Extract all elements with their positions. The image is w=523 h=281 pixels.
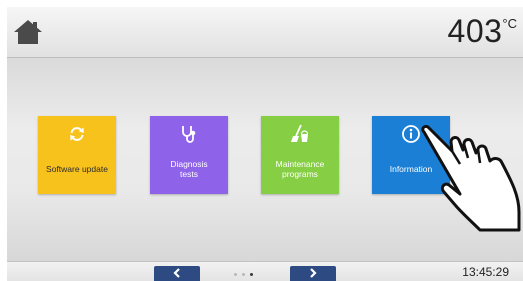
maintenance-programs-label: Maintenance programs (275, 159, 325, 179)
maintenance-programs-tile[interactable]: Maintenance programs (261, 116, 339, 194)
information-tile[interactable]: Information (372, 116, 450, 194)
previous-page-button[interactable] (154, 266, 200, 281)
page-indicator (234, 273, 253, 276)
software-update-label: Software update (46, 164, 108, 174)
software-update-tile[interactable]: Software update (38, 116, 116, 194)
info-icon (402, 125, 420, 143)
top-bar: 403 °C (7, 7, 523, 58)
chevron-left-icon (173, 268, 180, 278)
clock: 13:45:29 (462, 265, 509, 279)
diagnosis-tests-tile[interactable]: Diagnosis tests (150, 116, 228, 194)
home-button[interactable] (13, 19, 43, 45)
page-dot-active (250, 273, 253, 276)
bottom-bar: 13:45:29 (7, 261, 523, 281)
stethoscope-icon (182, 126, 196, 143)
temperature-unit: °C (502, 16, 517, 31)
page-dot (234, 273, 237, 276)
next-page-button[interactable] (290, 266, 336, 281)
temperature-display: 403 °C (448, 13, 517, 49)
diagnosis-tests-label: Diagnosis tests (170, 159, 208, 179)
chevron-right-icon (310, 268, 317, 278)
settings-panel: Software update Diagnosis tests Maintena… (7, 58, 523, 261)
page-dot (242, 273, 245, 276)
home-icon (14, 20, 42, 44)
touch-screen: 403 °C Software update Diagnosis tests M… (7, 7, 523, 281)
refresh-icon (70, 127, 84, 141)
broom-bucket-icon (291, 124, 309, 142)
temperature-value: 403 (447, 13, 503, 49)
information-label: Information (389, 164, 433, 174)
